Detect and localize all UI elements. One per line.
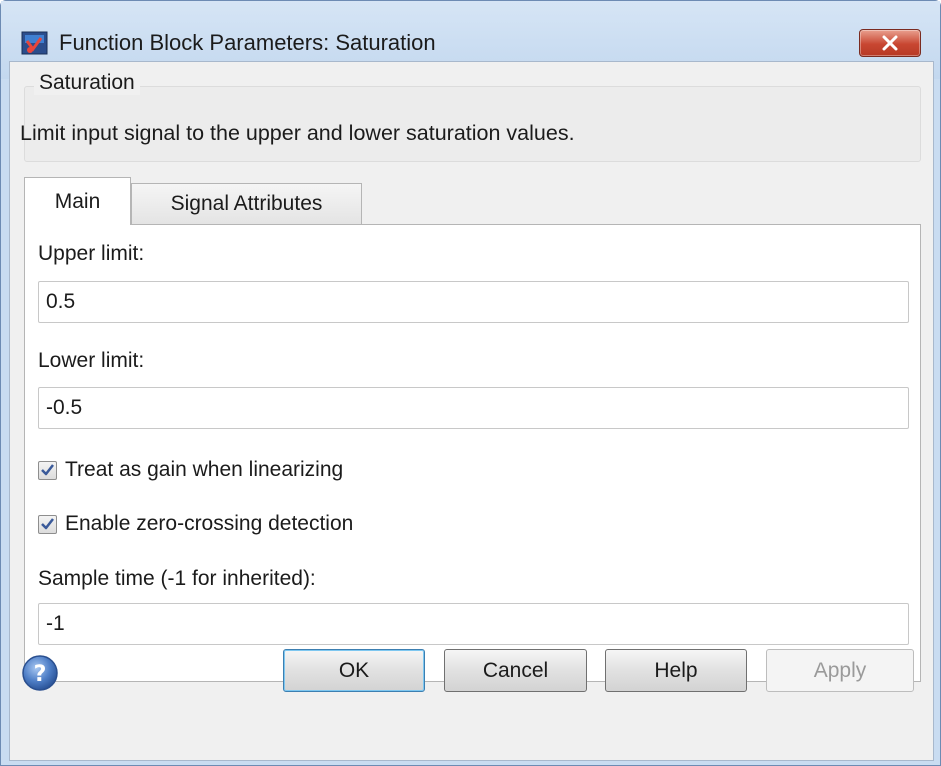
description-group-title: Saturation <box>34 71 140 95</box>
close-icon <box>882 35 898 51</box>
checkmark-icon <box>41 464 54 476</box>
lower-limit-label: Lower limit: <box>38 349 145 372</box>
treat-as-gain-label: Treat as gain when linearizing <box>65 458 344 481</box>
cancel-button[interactable]: Cancel <box>444 649 587 692</box>
tab-main[interactable]: Main <box>24 177 131 225</box>
upper-limit-input[interactable] <box>38 281 909 323</box>
dialog-window: Function Block Parameters: Saturation Sa… <box>0 0 941 766</box>
treat-as-gain-checkbox[interactable] <box>38 460 57 480</box>
treat-as-gain-row[interactable]: Treat as gain when linearizing <box>38 457 343 483</box>
help-button[interactable]: Help <box>605 649 747 692</box>
svg-text:?: ? <box>34 662 47 687</box>
checkmark-icon <box>41 518 54 530</box>
simulink-app-icon <box>21 31 48 55</box>
sample-time-input[interactable] <box>38 603 909 645</box>
description-text: Limit input signal to the upper and lowe… <box>20 121 575 145</box>
upper-limit-label: Upper limit: <box>38 242 145 265</box>
apply-button[interactable]: Apply <box>766 649 914 692</box>
window-title: Function Block Parameters: Saturation <box>59 30 436 55</box>
zero-crossing-checkbox[interactable] <box>38 514 57 534</box>
main-tab-panel: Upper limit: Lower limit: Treat as gain … <box>24 224 921 682</box>
close-button[interactable] <box>859 29 921 57</box>
zero-crossing-row[interactable]: Enable zero-crossing detection <box>38 511 353 537</box>
ok-button[interactable]: OK <box>283 649 425 692</box>
sample-time-label: Sample time (-1 for inherited): <box>38 567 316 590</box>
tab-signal-attributes[interactable]: Signal Attributes <box>131 183 362 225</box>
lower-limit-input[interactable] <box>38 387 909 429</box>
zero-crossing-label: Enable zero-crossing detection <box>65 512 354 535</box>
help-icon[interactable]: ? <box>21 654 59 692</box>
